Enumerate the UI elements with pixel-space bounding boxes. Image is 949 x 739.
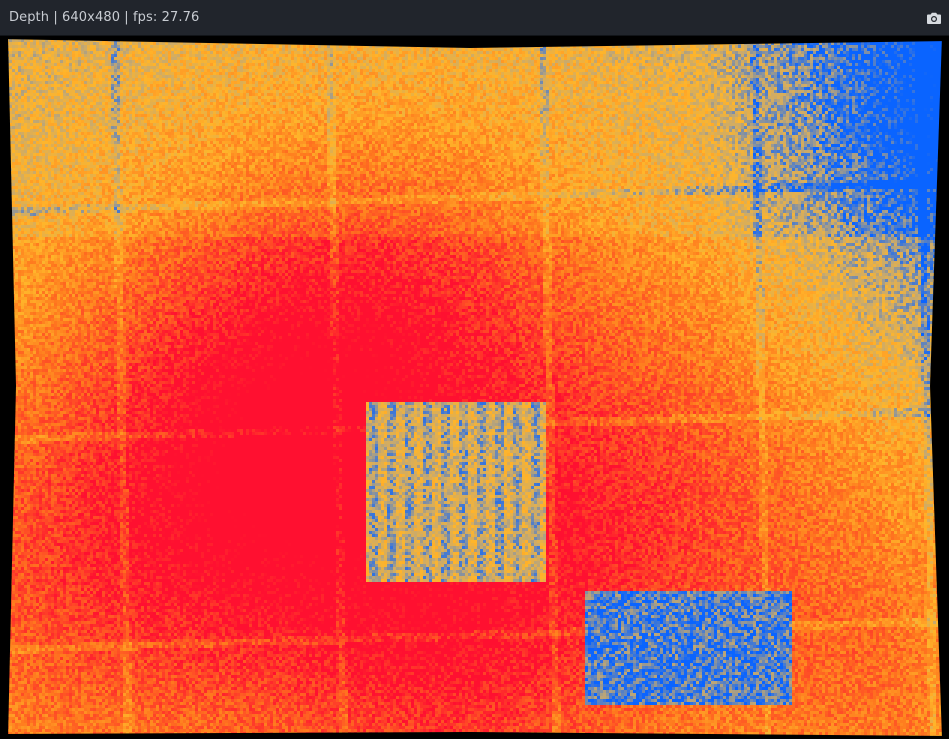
snapshot-button[interactable]: [925, 9, 943, 27]
depth-image: [0, 36, 949, 739]
stream-title-bar: Depth | 640x480 | fps: 27.76: [0, 0, 949, 36]
depth-colormap-canvas: [0, 36, 949, 739]
depth-frame-area: [0, 36, 949, 739]
camera-icon: [925, 9, 943, 27]
stream-title: Depth | 640x480 | fps: 27.76: [9, 10, 200, 25]
depth-stream-viewer: Depth | 640x480 | fps: 27.76: [0, 0, 949, 739]
